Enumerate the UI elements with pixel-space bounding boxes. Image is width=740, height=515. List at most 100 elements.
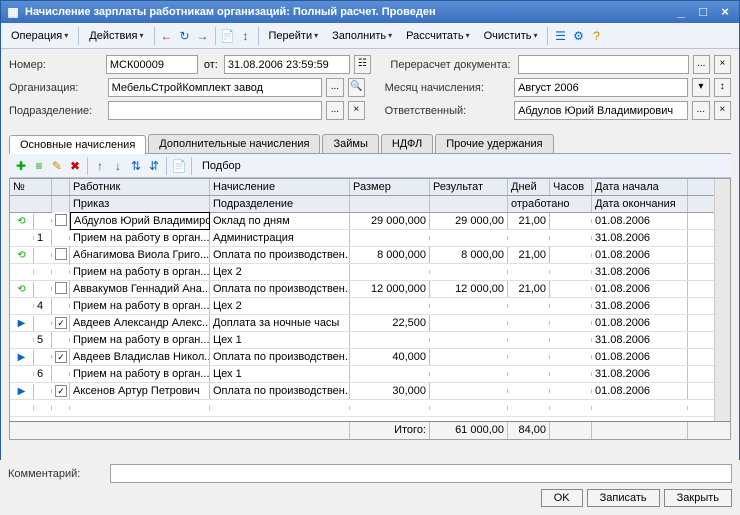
back-icon[interactable]: ← bbox=[159, 28, 175, 44]
number-input[interactable] bbox=[106, 55, 198, 74]
col-hours[interactable]: Часов bbox=[550, 179, 592, 195]
footer: Комментарий: OK Записать Закрыть bbox=[0, 460, 740, 515]
col-accrual[interactable]: Начисление bbox=[210, 179, 350, 195]
table-row[interactable]: ▶✓Авдеев Владислав Никол...Оплата по про… bbox=[10, 349, 730, 366]
sort-desc-icon[interactable]: ⇵ bbox=[146, 158, 162, 174]
number-label: Номер: bbox=[9, 59, 102, 71]
help-icon[interactable]: ? bbox=[588, 28, 604, 44]
fill-menu[interactable]: Заполнить▾ bbox=[326, 28, 398, 44]
calc-menu[interactable]: Рассчитать▾ bbox=[400, 28, 475, 44]
tab-extra-accruals[interactable]: Дополнительные начисления bbox=[148, 134, 320, 153]
settings-icon[interactable]: ⚙ bbox=[570, 28, 586, 44]
org-label: Организация: bbox=[9, 82, 104, 94]
table-subrow[interactable]: 1Прием на работу в орган...Администрация… bbox=[10, 230, 730, 247]
tab-main-accruals[interactable]: Основные начисления bbox=[9, 135, 146, 154]
data-grid[interactable]: № Работник Начисление Размер Результат Д… bbox=[9, 178, 731, 440]
grid-body: ⟲Абдулов Юрий Владимиро...Оклад по дням2… bbox=[10, 213, 730, 417]
col-days[interactable]: Дней bbox=[508, 179, 550, 195]
vertical-scrollbar[interactable] bbox=[714, 179, 730, 421]
comment-label: Комментарий: bbox=[8, 468, 106, 480]
table-row[interactable]: ▶✓Авдеев Александр Алекс...Доплата за но… bbox=[10, 315, 730, 332]
col-n[interactable]: № bbox=[10, 179, 52, 195]
col-dstart[interactable]: Дата начала bbox=[592, 179, 688, 195]
resp-clear-button[interactable]: × bbox=[714, 101, 731, 120]
month-spinner-button[interactable]: ↕ bbox=[714, 78, 731, 97]
date-picker-button[interactable]: ☷ bbox=[354, 55, 371, 74]
app-icon: ▦ bbox=[5, 4, 21, 20]
month-input[interactable] bbox=[514, 78, 688, 97]
edit-row-icon[interactable]: ✎ bbox=[49, 158, 65, 174]
col-size[interactable]: Размер bbox=[350, 179, 430, 195]
tab-other[interactable]: Прочие удержания bbox=[435, 134, 553, 153]
tab-ndfl[interactable]: НДФЛ bbox=[381, 134, 433, 153]
totals-days: 84,00 bbox=[508, 422, 550, 439]
close-button[interactable]: × bbox=[715, 4, 735, 20]
totals-row: Итого: 61 000,00 84,00 bbox=[10, 421, 730, 439]
form-header: Номер: от: ☷ Перерасчет документа: ... ×… bbox=[1, 49, 739, 130]
from-label: от: bbox=[204, 59, 218, 71]
minimize-button[interactable]: _ bbox=[671, 4, 691, 20]
table-subrow[interactable]: Прием на работу в орган...Цех 231.08.200… bbox=[10, 264, 730, 281]
recalc-clear-button[interactable]: × bbox=[714, 55, 731, 74]
col-worked[interactable]: отработано bbox=[508, 196, 592, 212]
list-icon[interactable]: ☰ bbox=[552, 28, 568, 44]
app-window: ▦ Начисление зарплаты работникам организ… bbox=[0, 0, 740, 515]
close-form-button[interactable]: Закрыть bbox=[664, 489, 732, 507]
month-label: Месяц начисления: bbox=[385, 82, 510, 94]
org-select-button[interactable]: ... bbox=[326, 78, 343, 97]
ok-button[interactable]: OK bbox=[541, 489, 583, 507]
actions-menu[interactable]: Действия▾ bbox=[83, 28, 149, 44]
totals-result: 61 000,00 bbox=[430, 422, 508, 439]
table-subrow[interactable]: 5Прием на работу в орган...Цех 131.08.20… bbox=[10, 332, 730, 349]
grid-header-row2: Приказ Подразделение отработано Дата око… bbox=[10, 196, 730, 213]
operation-menu[interactable]: Операция▾ bbox=[5, 28, 74, 44]
table-row[interactable]: ⟲Абнагимова Виола Григо...Оплата по прои… bbox=[10, 247, 730, 264]
window-title: Начисление зарплаты работникам организац… bbox=[21, 6, 669, 18]
sort-asc-icon[interactable]: ⇅ bbox=[128, 158, 144, 174]
dept-select-button[interactable]: ... bbox=[326, 101, 343, 120]
org-input[interactable] bbox=[108, 78, 323, 97]
dept-input[interactable] bbox=[108, 101, 323, 120]
titlebar: ▦ Начисление зарплаты работникам организ… bbox=[1, 1, 739, 23]
resp-select-button[interactable]: ... bbox=[692, 101, 709, 120]
table-subrow[interactable] bbox=[10, 400, 730, 417]
col-order[interactable]: Приказ bbox=[70, 196, 210, 212]
add-row-icon[interactable]: ✚ bbox=[13, 158, 29, 174]
table-row[interactable]: ⟲Аввакумов Геннадий Ана...Оплата по прои… bbox=[10, 281, 730, 298]
col-dend[interactable]: Дата окончания bbox=[592, 196, 688, 212]
table-row[interactable]: ⟲Абдулов Юрий Владимиро...Оклад по дням2… bbox=[10, 213, 730, 230]
podbor-button[interactable]: Подбор bbox=[196, 158, 247, 174]
move-down-icon[interactable]: ↓ bbox=[110, 158, 126, 174]
col-worker[interactable]: Работник bbox=[70, 179, 210, 195]
forward-icon[interactable]: → bbox=[195, 28, 211, 44]
insert-row-icon[interactable]: ≡ bbox=[31, 158, 47, 174]
move-up-icon[interactable]: ↑ bbox=[92, 158, 108, 174]
table-subrow[interactable]: 4Прием на работу в орган...Цех 231.08.20… bbox=[10, 298, 730, 315]
save-button[interactable]: Записать bbox=[587, 489, 660, 507]
dept-clear-button[interactable]: × bbox=[348, 101, 365, 120]
table-row[interactable]: ▶✓Аксенов Артур ПетровичОплата по произв… bbox=[10, 383, 730, 400]
org-open-button[interactable]: 🔍 bbox=[348, 78, 365, 97]
grid-toolbar: ✚ ≡ ✎ ✖ ↑ ↓ ⇅ ⇵ 📄 Подбор bbox=[9, 154, 731, 178]
col-dept[interactable]: Подразделение bbox=[210, 196, 350, 212]
goto-menu[interactable]: Перейти▾ bbox=[263, 28, 325, 44]
doc2-icon[interactable]: 📄 bbox=[171, 158, 187, 174]
resp-input[interactable] bbox=[514, 101, 688, 120]
col-result[interactable]: Результат bbox=[430, 179, 508, 195]
tab-loans[interactable]: Займы bbox=[322, 134, 378, 153]
col-check[interactable] bbox=[52, 179, 70, 195]
main-toolbar: Операция▾ Действия▾ ← ↻ → 📄 ↕ Перейти▾ З… bbox=[1, 23, 739, 49]
recalc-input[interactable] bbox=[518, 55, 689, 74]
date-input[interactable] bbox=[224, 55, 350, 74]
delete-row-icon[interactable]: ✖ bbox=[67, 158, 83, 174]
clear-menu[interactable]: Очистить▾ bbox=[478, 28, 544, 44]
table-subrow[interactable]: 6Прием на работу в орган...Цех 131.08.20… bbox=[10, 366, 730, 383]
doc-icon[interactable]: 📄 bbox=[220, 28, 236, 44]
grid-header-row1: № Работник Начисление Размер Результат Д… bbox=[10, 179, 730, 196]
recalc-select-button[interactable]: ... bbox=[693, 55, 710, 74]
move-icon[interactable]: ↕ bbox=[238, 28, 254, 44]
month-dropdown-button[interactable]: ▾ bbox=[692, 78, 709, 97]
refresh-icon[interactable]: ↻ bbox=[177, 28, 193, 44]
maximize-button[interactable]: □ bbox=[693, 4, 713, 20]
comment-input[interactable] bbox=[110, 464, 732, 483]
